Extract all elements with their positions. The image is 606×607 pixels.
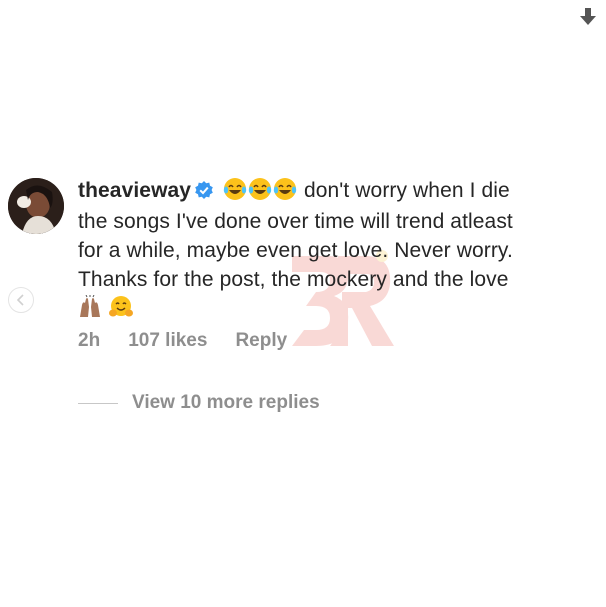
comment-text-line-3: for a while, maybe even get love. Never … xyxy=(78,239,513,262)
comment-timestamp: 2h xyxy=(78,330,101,351)
raising-hands-emoji-icon xyxy=(78,294,102,319)
comment-text-line-1: don't worry when I die xyxy=(303,179,510,202)
comment-body: theavieway don't worry when I die the so… xyxy=(78,176,598,323)
view-more-replies-label[interactable]: View 10 more replies xyxy=(132,392,320,414)
tears-of-joy-emoji-icon xyxy=(223,177,247,201)
verified-badge-icon xyxy=(195,178,213,207)
comment-meta-row: 2h 107 likes Reply xyxy=(78,330,287,352)
tears-of-joy-emoji-icon xyxy=(248,177,272,201)
previous-chevron-icon[interactable] xyxy=(8,287,34,313)
hugging-face-emoji-icon xyxy=(108,295,133,319)
avatar[interactable] xyxy=(8,178,64,234)
view-more-replies[interactable]: View 10 more replies xyxy=(78,392,320,414)
comment-text-line-2: the songs I've done over time will trend… xyxy=(78,210,513,233)
comment-text-line-4: Thanks for the post, the mockery and the… xyxy=(78,268,509,291)
tears-of-joy-emoji-icon xyxy=(273,177,297,201)
comment-likes-count[interactable]: 107 likes xyxy=(128,330,207,352)
comment-username[interactable]: theavieway xyxy=(78,179,191,202)
replies-divider xyxy=(78,402,118,404)
download-icon[interactable] xyxy=(580,8,596,26)
reply-button[interactable]: Reply xyxy=(235,330,287,352)
